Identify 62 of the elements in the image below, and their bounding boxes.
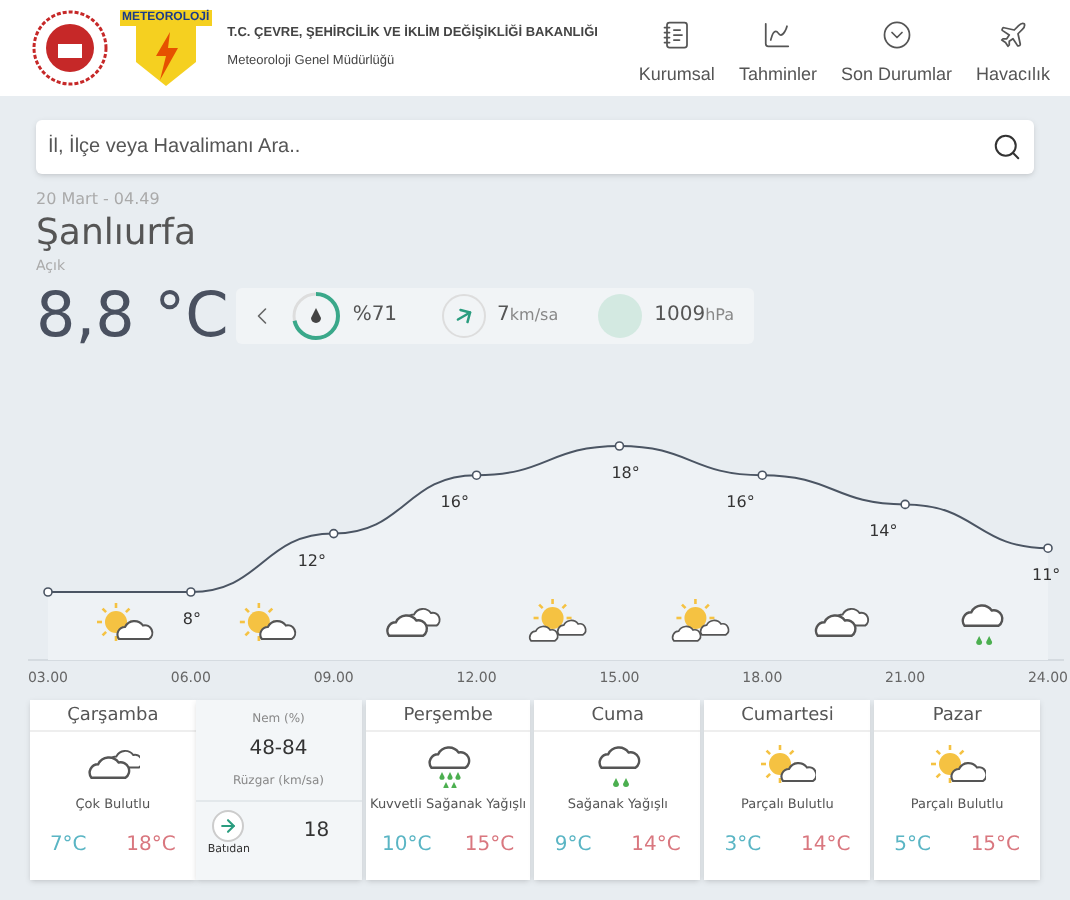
- sun-cloud-icon: [759, 743, 816, 787]
- max-temperature: 18°C: [126, 832, 176, 861]
- sun-clouds-icon: [671, 598, 730, 641]
- data-point: [614, 440, 625, 450]
- humidity-gauge: [292, 291, 341, 339]
- day-name: Cuma: [534, 699, 701, 731]
- temperature-label: 8°: [182, 609, 202, 627]
- sun-clouds-icon: [528, 598, 587, 641]
- data-point: [471, 469, 482, 479]
- cloud-icon: [814, 606, 870, 636]
- rain-cloud-icon: [961, 603, 1004, 644]
- chart-icon: [762, 19, 793, 50]
- city-name: Şanlıurfa: [36, 212, 197, 256]
- nav-link[interactable]: Havacılık: [975, 19, 1050, 89]
- max-temperature: 14°C: [631, 832, 681, 861]
- nav-link[interactable]: Kurumsal: [638, 19, 715, 89]
- shield-logo: [135, 26, 196, 86]
- search-field[interactable]: İl, İlçe veya Havalimanı Ara..: [36, 120, 1034, 174]
- document-icon: [661, 19, 692, 50]
- humidity-value: %71: [352, 302, 398, 330]
- data-point: [1043, 542, 1053, 552]
- pressure-icon: [598, 293, 643, 337]
- sun-cloud-icon: [97, 602, 154, 640]
- temperature-label: 16°: [726, 492, 755, 511]
- nav-link[interactable]: Son Durumlar: [840, 19, 952, 89]
- emblem-icon: [32, 10, 108, 86]
- humidity-range: 48-84: [249, 735, 308, 763]
- max-temperature: 14°C: [800, 832, 851, 861]
- plane-icon: [997, 19, 1028, 50]
- temperature-label: 14°: [869, 521, 898, 540]
- search-icon[interactable]: [992, 132, 1022, 162]
- data-point: [186, 586, 196, 596]
- max-temperature: 15°C: [970, 832, 1021, 861]
- sun-cloud-icon: [239, 602, 297, 640]
- cloud-icon: [386, 606, 441, 636]
- max-temperature: 15°C: [464, 832, 515, 861]
- temperature-label: 18°: [611, 463, 640, 481]
- data-point: [328, 527, 339, 538]
- current-temperature: 8,8 °C: [36, 279, 229, 351]
- wind-value: 7km/sa: [497, 302, 559, 330]
- data-point: [43, 586, 53, 596]
- wind-speed: 18: [303, 817, 330, 845]
- data-point: [900, 498, 910, 509]
- temperature-label: 12°: [297, 550, 327, 569]
- date-time: 20 Mart - 04.49: [36, 188, 160, 212]
- wind-direction-icon: [212, 809, 245, 841]
- min-temperature: 3°C: [724, 832, 762, 861]
- data-point: [757, 469, 768, 479]
- temperature-label: 11°: [1032, 565, 1061, 584]
- nav-link[interactable]: Tahminler: [738, 19, 817, 89]
- min-temperature: 9°C: [554, 832, 592, 861]
- min-temperature: 10°C: [382, 832, 432, 861]
- min-temperature: 7°C: [49, 832, 87, 861]
- min-temperature: 5°C: [894, 832, 931, 861]
- day-name: Cumartesi: [704, 699, 871, 731]
- pressure-value: 1009hPa: [654, 302, 735, 330]
- chevron-icon: [881, 19, 912, 50]
- temperature-label: 16°: [440, 492, 469, 511]
- day-name: Çarşamba: [30, 699, 196, 731]
- day-name: Perşembe: [365, 699, 531, 731]
- sun-cloud-icon: [929, 743, 986, 787]
- day-name: Pazar: [874, 699, 1040, 731]
